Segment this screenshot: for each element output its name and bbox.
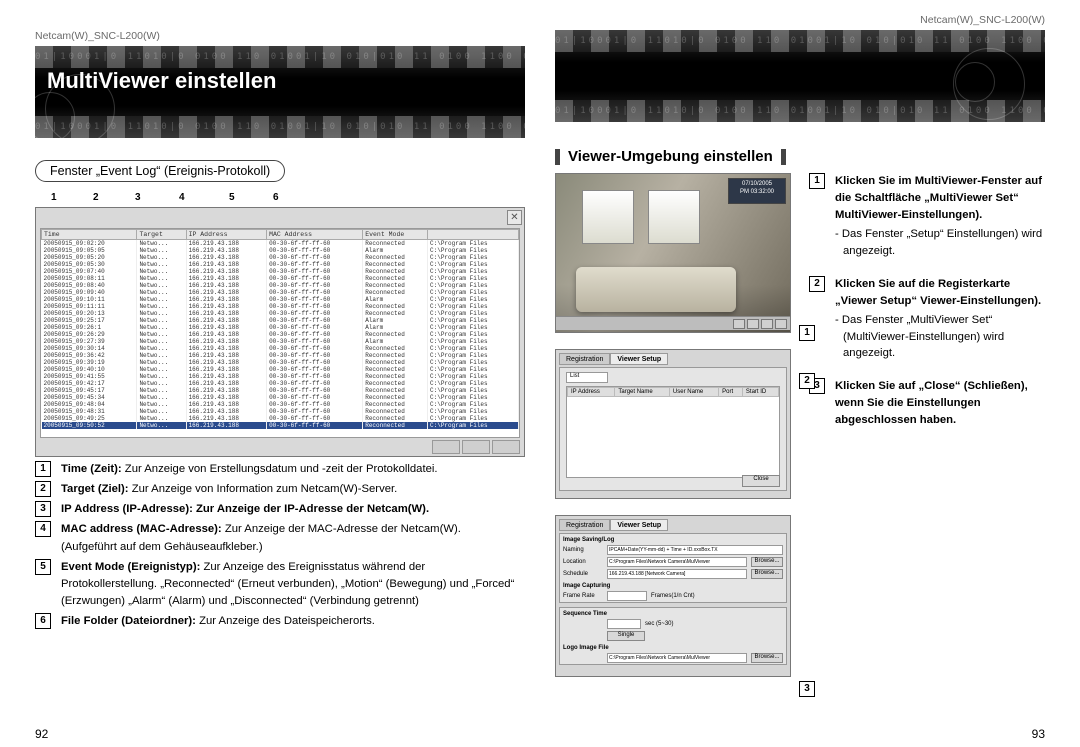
eventlog-grid[interactable]: TimeTargetIP AddressMAC AddressEvent Mod… <box>40 228 520 438</box>
hero-deco-bottom: 01|10001|0 11010|0 0100 110 01001|10 010… <box>35 116 525 138</box>
tab-viewer-setup[interactable]: Viewer Setup <box>610 353 668 365</box>
page-number-left: 92 <box>35 727 48 741</box>
eventlog-window: ✕ TimeTargetIP AddressMAC AddressEvent M… <box>35 207 525 457</box>
single-button[interactable]: Single <box>607 631 645 641</box>
callout-2: 2 <box>799 373 815 389</box>
tab-viewer-setup[interactable]: Viewer Setup <box>610 519 668 531</box>
heading-bar-icon <box>555 149 560 165</box>
hero-title: MultiViewer einstellen <box>47 68 276 94</box>
heading-bar-icon <box>781 149 786 165</box>
tab-registration[interactable]: Registration <box>559 353 610 365</box>
browse-button[interactable]: Browse... <box>751 569 783 579</box>
legend-item: 6File Folder (Dateiordner): Zur Anzeige … <box>35 613 521 630</box>
close-icon[interactable]: ✕ <box>507 210 522 225</box>
page-left: Netcam(W)_SNC-L200(W) 01|10001|0 11010|0… <box>35 30 525 737</box>
legend-item: 4MAC address (MAC-Adresse): Zur Anzeige … <box>35 521 521 555</box>
screenshot-controlbar[interactable] <box>556 316 790 330</box>
step-item: 3Klicken Sie auf „Close“ (Schließen), we… <box>809 378 1045 430</box>
page-right: 01|10001|0 11010|0 0100 110 01001|10 010… <box>555 30 1045 737</box>
column-number-row: 1 2 3 4 5 6 <box>45 192 525 203</box>
screenshot-multiviewer: 07/10/2005 PM 03:32:00 <box>555 173 791 333</box>
hero-banner: 01|10001|0 11010|0 0100 110 01001|10 010… <box>35 46 525 138</box>
section-heading-viewer-env: Viewer-Umgebung einstellen <box>555 148 1045 165</box>
legend-item: 5Event Mode (Ereignistyp): Zur Anzeige d… <box>35 559 521 610</box>
callout-3: 3 <box>799 681 815 697</box>
osd-timestamp: 07/10/2005 PM 03:32:00 <box>728 178 786 204</box>
step-item: 1Klicken Sie im MultiViewer-Fenster auf … <box>809 173 1045 260</box>
close-button[interactable]: Close <box>742 475 780 487</box>
screenshots-column: 07/10/2005 PM 03:32:00 1 Registration Vi… <box>555 173 791 693</box>
legend-item: 2Target (Ziel): Zur Anzeige von Informat… <box>35 481 521 498</box>
running-head-left: Netcam(W)_SNC-L200(W) <box>35 30 525 42</box>
tab-registration[interactable]: Registration <box>559 519 610 531</box>
steps-column: 1Klicken Sie im MultiViewer-Fenster auf … <box>809 173 1045 693</box>
eventlog-legend: 1Time (Zeit): Zur Anzeige von Erstellung… <box>35 461 525 630</box>
hero-deco-top: 01|10001|0 11010|0 0100 110 01001|10 010… <box>35 46 525 68</box>
eventlog-statusbar <box>40 440 520 454</box>
list-dropdown[interactable]: List <box>566 372 608 383</box>
subhead-eventlog: Fenster „Event Log“ (Ereignis-Protokoll) <box>35 160 285 182</box>
screenshot-viewersetup-list: Registration Viewer Setup List IP Addres… <box>555 349 791 499</box>
screenshot-viewersetup-settings: Registration Viewer Setup Image Saving/L… <box>555 515 791 677</box>
browse-button[interactable]: Browse... <box>751 653 783 663</box>
running-head-right: Netcam(W)_SNC-L200(W) <box>920 14 1045 26</box>
page-number-right: 93 <box>1032 727 1045 741</box>
legend-item: 1Time (Zeit): Zur Anzeige von Erstellung… <box>35 461 521 478</box>
browse-button[interactable]: Browse... <box>751 557 783 567</box>
step-item: 2Klicken Sie auf die Registerkarte „View… <box>809 276 1045 363</box>
camera-list-grid[interactable]: IP AddressTarget NameUser NamePortStart … <box>566 386 780 478</box>
legend-item: 3IP Address (IP-Adresse): Zur Anzeige de… <box>35 501 521 518</box>
callout-1: 1 <box>799 325 815 341</box>
hero-banner-right: 01|10001|0 11010|0 0100 110 01001|10 010… <box>555 30 1045 122</box>
